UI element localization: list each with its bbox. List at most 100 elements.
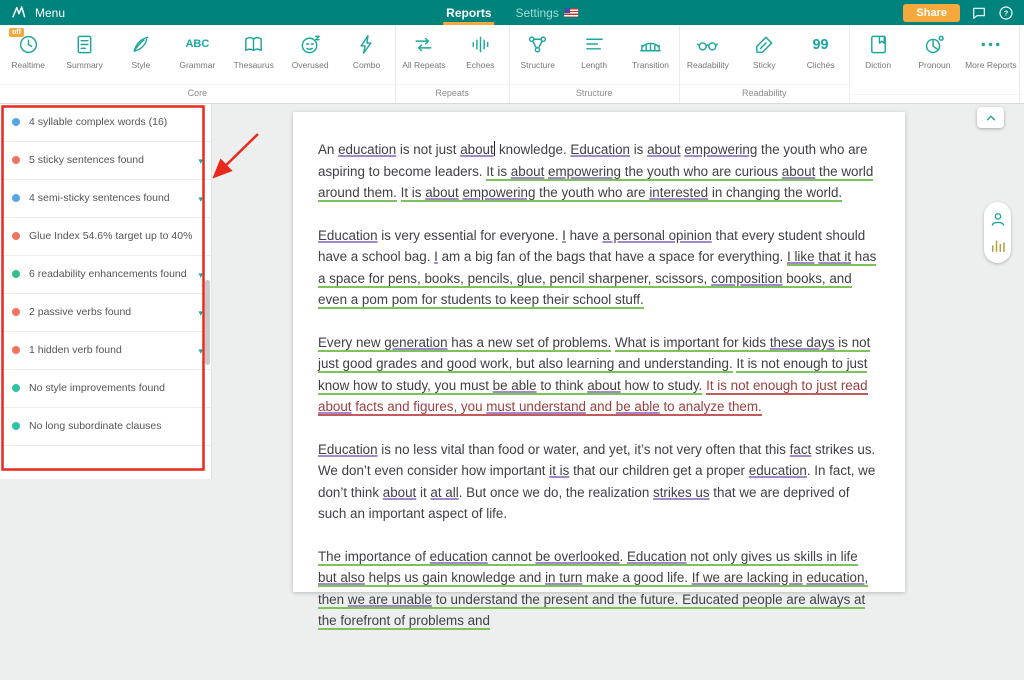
sleepy-face-icon [298,32,322,56]
quill-icon [129,32,153,56]
sidebar-finding[interactable]: 6 readability enhancements found▾ [0,256,211,294]
text-segment: about [383,485,417,500]
text-segment: we are unable [348,592,432,609]
nodes-icon [526,32,550,56]
text-segment: it [416,485,430,500]
text-segment: not only gives us skills in life [687,549,858,566]
text-segment: about [782,164,816,181]
top-navigation-bar: Menu Reports Settings Share ? [0,0,1024,25]
text-segment: Education [318,442,378,457]
text-segment: be able [493,378,537,395]
sidebar-finding[interactable]: No long subordinate clauses [0,408,211,446]
toolbar-group: StructureLengthTransitionStructure [510,25,680,103]
chevron-down-icon[interactable]: ▾ [198,194,203,205]
finding-text: 4 semi-sticky sentences found [29,192,198,205]
report-label: Summary [66,60,102,70]
menu-button[interactable]: Menu [35,6,65,20]
sidebar-finding[interactable]: 4 syllable complex words (16) [0,104,211,142]
sidebar-scrollbar[interactable] [205,280,210,365]
sidebar-finding[interactable]: Glue Index 54.6% target up to 40% [0,218,211,256]
share-button[interactable]: Share [903,4,960,22]
text-editor[interactable]: An education is not just about knowledge… [293,112,905,680]
text-segment: It is [486,164,511,181]
report-label: All Repeats [402,60,445,70]
report-button-realtime[interactable]: offRealtime [0,25,56,84]
chevron-down-icon[interactable]: ▾ [198,156,203,167]
report-label: Pronoun [918,60,950,70]
toolbar-group: Diction Pronoun More Reports [850,25,1020,103]
status-dot [12,118,20,126]
report-button-diction[interactable]: Diction [850,25,906,94]
report-button-all-repeats[interactable]: All Repeats [396,25,452,84]
report-button-grammar[interactable]: ABCGrammar [169,25,225,84]
report-button-clich-s[interactable]: 99Clichés [792,25,848,84]
content-area: 4 syllable complex words (16)5 sticky se… [0,104,1024,479]
chevron-down-icon[interactable]: ▾ [198,346,203,357]
profile-icon[interactable] [989,210,1007,228]
sidebar-finding[interactable]: 1 hidden verb found▾ [0,332,211,370]
text-segment: that it [818,249,851,266]
right-toolbar-rail [984,202,1011,263]
report-label: Diction [865,60,891,70]
document-paragraph: Education is no less vital than food or … [318,439,880,525]
finding-text: 2 passive verbs found [29,306,198,319]
text-segment: am a big fan of the bags that have a spa… [438,249,787,264]
sidebar-finding[interactable]: 5 sticky sentences found▾ [0,142,211,180]
quotes-icon: 99 [809,32,833,56]
report-button-sticky[interactable]: Sticky [736,25,792,84]
text-segment: in turn [545,570,582,587]
report-button-structure[interactable]: Structure [510,25,566,84]
report-button-overused[interactable]: Overused [282,25,338,84]
text-segment: at all [430,485,458,500]
bookmark-book-icon [866,32,890,56]
report-button-transition[interactable]: Transition [622,25,678,84]
chat-icon[interactable] [971,5,987,21]
report-label: Grammar [179,60,215,70]
ruler-lines-icon [582,32,606,56]
topbar-actions: Share ? [903,4,1014,22]
report-button-more-reports[interactable]: More Reports [963,25,1019,94]
text-segment: a personal opinion [602,228,711,243]
toolbar-group-label: Core [0,84,395,103]
text-segment: how to study. [621,378,703,395]
prowritingaid-logo-icon[interactable] [10,4,28,22]
stats-bars-icon[interactable] [989,237,1007,255]
text-segment: Education [318,228,378,243]
text-segment: these days [770,335,835,352]
text-segment: about [587,378,621,395]
report-button-thesaurus[interactable]: Thesaurus [226,25,282,84]
toolbar-group-label: Repeats [396,84,509,103]
report-button-combo[interactable]: Combo [338,25,394,84]
status-dot [12,194,20,202]
svg-text:99: 99 [813,36,829,52]
report-button-summary[interactable]: Summary [56,25,112,84]
text-segment: facts and figures, you [352,399,487,416]
text-segment: must understand [486,399,586,416]
sidebar-finding[interactable]: 4 semi-sticky sentences found▾ [0,180,211,218]
repeat-arrows-icon [412,32,436,56]
chevron-down-icon[interactable]: ▾ [198,308,203,319]
language-flag-icon[interactable] [564,8,578,17]
document-lines-icon [73,32,97,56]
text-segment: is [630,142,647,157]
toolbar-group: ReadabilitySticky99ClichésReadability [680,25,850,103]
collapse-toolbar-button[interactable] [977,107,1004,128]
report-button-pronoun[interactable]: Pronoun [906,25,962,94]
tab-reports[interactable]: Reports [446,0,491,25]
document-paragraph: An education is not just about knowledge… [318,139,880,204]
tab-settings[interactable]: Settings [515,0,577,25]
report-button-style[interactable]: Style [113,25,169,84]
report-button-length[interactable]: Length [566,25,622,84]
sidebar-finding[interactable]: 2 passive verbs found▾ [0,294,211,332]
finding-text: 5 sticky sentences found [29,154,198,167]
report-button-echoes[interactable]: Echoes [452,25,508,84]
reports-toolbar: offRealtime Summary StyleABCGrammarThesaur… [0,25,1024,104]
report-label: Realtime [11,60,45,70]
pronoun-pie-icon [922,32,946,56]
chevron-down-icon[interactable]: ▾ [198,270,203,281]
text-segment: be overlooked [535,549,619,566]
report-button-readability[interactable]: Readability [680,25,736,84]
sidebar-finding[interactable]: No style improvements found [0,370,211,408]
help-icon[interactable]: ? [998,5,1014,21]
text-segment: interested [649,185,708,202]
